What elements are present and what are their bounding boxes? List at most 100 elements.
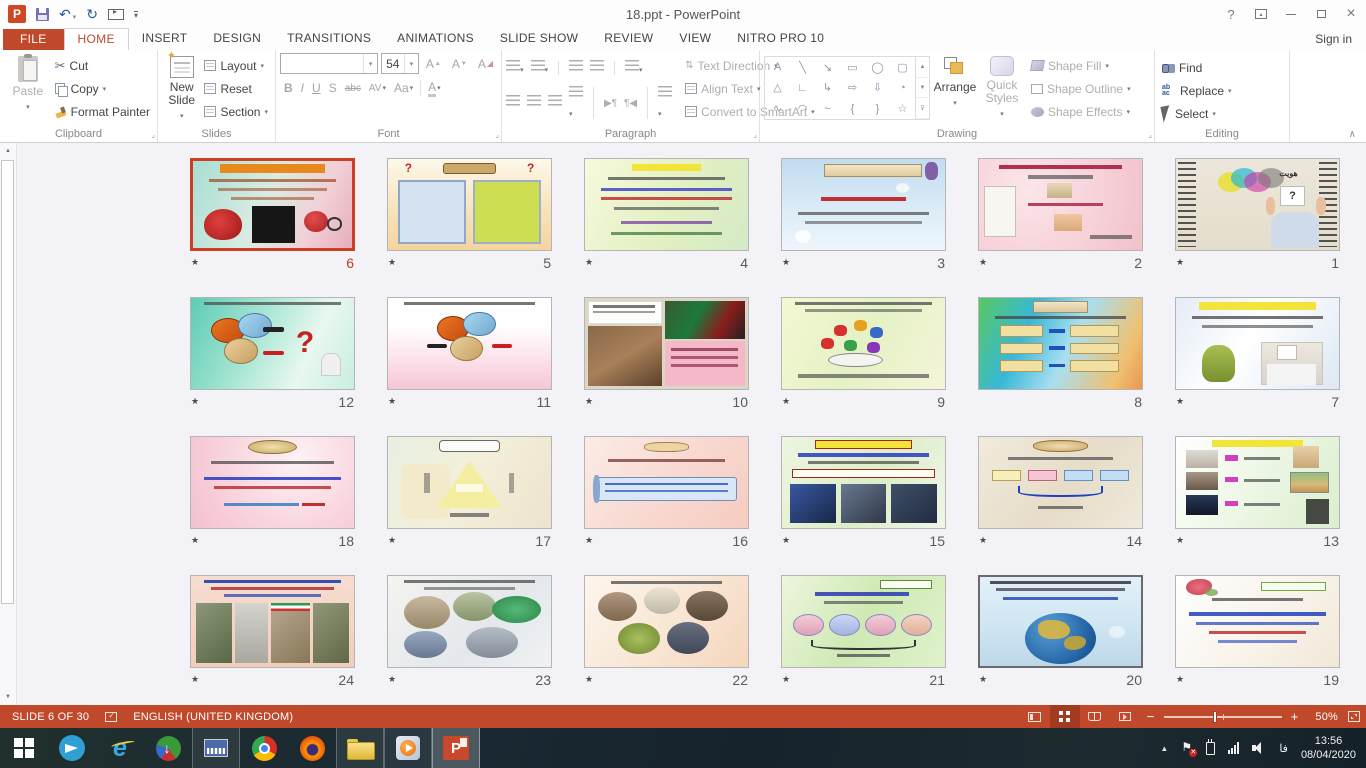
start-from-beginning-icon[interactable] — [108, 9, 124, 20]
close-button[interactable]: × — [1336, 3, 1366, 25]
find-button[interactable]: Find — [1159, 57, 1235, 78]
scroll-up-icon[interactable]: ▲ — [0, 143, 16, 159]
left-to-right-button[interactable]: ▶¶ — [604, 98, 617, 109]
shapes-more-icon[interactable]: ⊽ — [916, 98, 929, 119]
slide-thumbnail-18[interactable] — [190, 436, 355, 529]
powerpoint-app-icon[interactable]: P — [8, 5, 26, 23]
restore-button[interactable] — [1306, 3, 1336, 25]
shape-down-arrow-icon[interactable]: ⇩ — [865, 78, 890, 99]
taskbar-internet-explorer-icon[interactable]: e — [96, 728, 144, 768]
taskbar-idm-icon[interactable] — [144, 728, 192, 768]
vertical-scrollbar[interactable]: ▲ ▼ — [0, 143, 17, 705]
tab-slide-show[interactable]: SLIDE SHOW — [487, 28, 591, 50]
cut-button[interactable]: Cut — [52, 55, 153, 76]
bullets-button[interactable]: ▾ — [506, 59, 524, 77]
shape-rounded-rectangle-icon[interactable]: ▢ — [890, 57, 915, 78]
redo-icon[interactable]: ↻ — [86, 7, 98, 21]
shape-star-icon[interactable]: ☆ — [890, 98, 915, 119]
grow-font-button[interactable]: A▲ — [422, 54, 445, 74]
paste-button[interactable]: Paste▾ — [4, 53, 52, 114]
shape-right-brace-icon[interactable]: } — [865, 98, 890, 119]
layout-button[interactable]: Layout▾ — [201, 55, 271, 76]
taskbar-powerpoint-icon[interactable]: P — [432, 728, 480, 768]
slide-thumbnail-12[interactable]: ? — [190, 297, 355, 390]
bold-button[interactable]: B — [280, 78, 297, 98]
character-spacing-button[interactable]: AV▾ — [365, 78, 390, 98]
slide-thumbnail-24[interactable] — [190, 575, 355, 668]
font-name-combo[interactable]: ▾ — [280, 53, 378, 74]
slide-thumbnail-10[interactable] — [584, 297, 749, 390]
select-button[interactable]: Select▾ — [1159, 103, 1235, 124]
line-spacing-button[interactable]: ▾ — [625, 59, 643, 77]
taskbar-chrome-icon[interactable] — [240, 728, 288, 768]
numbering-button[interactable]: ▾ — [531, 59, 549, 77]
format-painter-button[interactable]: Format Painter — [52, 101, 153, 122]
tray-overflow-icon[interactable]: ▲ — [1160, 744, 1168, 753]
action-center-flag-icon[interactable] — [1181, 742, 1193, 755]
italic-button[interactable]: I — [297, 78, 308, 98]
right-to-left-button[interactable]: ¶◀ — [624, 98, 637, 109]
zoom-in-button[interactable]: + — [1284, 709, 1306, 724]
shape-curve-icon[interactable]: ~ — [815, 98, 840, 119]
taskbar-telegram-icon[interactable] — [48, 728, 96, 768]
slide-thumbnail-22[interactable] — [584, 575, 749, 668]
tab-view[interactable]: VIEW — [666, 28, 724, 50]
zoom-out-button[interactable]: − — [1140, 709, 1162, 724]
shape-right-arrow-icon[interactable]: ⇨ — [840, 78, 865, 99]
clock[interactable]: 13:56 08/04/2020 — [1301, 734, 1356, 762]
sign-in-link[interactable]: Sign in — [1301, 29, 1366, 50]
slide-sorter-view-button[interactable] — [1050, 705, 1080, 728]
font-size-combo[interactable]: 54▾ — [381, 53, 419, 74]
tab-transitions[interactable]: TRANSITIONS — [274, 28, 384, 50]
reset-button[interactable]: Reset — [201, 78, 271, 99]
section-button[interactable]: Section▾ — [201, 101, 271, 122]
shape-arc-icon[interactable]: ◠ — [790, 98, 815, 119]
slide-thumbnail-4[interactable] — [584, 158, 749, 251]
zoom-slider-thumb[interactable] — [1213, 711, 1217, 723]
slide-thumbnail-9[interactable] — [781, 297, 946, 390]
taskbar-firefox-icon[interactable] — [288, 728, 336, 768]
slide-thumbnail-15[interactable] — [781, 436, 946, 529]
shape-elbow-connector-icon[interactable]: ∟ — [790, 78, 815, 99]
slide-thumbnail-7[interactable] — [1175, 297, 1340, 390]
shape-oval-icon[interactable]: ◯ — [865, 57, 890, 78]
network-signal-icon[interactable] — [1228, 742, 1239, 754]
paragraph-dialog-launcher-icon[interactable]: ⌟ — [753, 130, 757, 139]
justify-button[interactable]: ▾ — [569, 85, 583, 121]
scrollbar-thumb[interactable] — [1, 160, 14, 604]
slide-thumbnail-23[interactable] — [387, 575, 552, 668]
arrange-button[interactable]: Arrange▾ — [930, 53, 980, 110]
normal-view-button[interactable] — [1020, 705, 1050, 728]
slide-thumbnail-14[interactable] — [978, 436, 1143, 529]
tab-review[interactable]: REVIEW — [591, 28, 666, 50]
spell-check-icon[interactable] — [105, 712, 117, 722]
taskbar-on-screen-keyboard-icon[interactable] — [192, 728, 240, 768]
drawing-dialog-launcher-icon[interactable]: ⌟ — [1148, 130, 1152, 139]
slide-thumbnail-21[interactable] — [781, 575, 946, 668]
help-icon[interactable]: ? — [1216, 3, 1246, 25]
font-dialog-launcher-icon[interactable]: ⌟ — [495, 130, 499, 139]
shape-rectangle-icon[interactable]: ▭ — [840, 57, 865, 78]
copy-button[interactable]: Copy▾ — [52, 78, 153, 99]
save-icon[interactable] — [36, 8, 49, 21]
shape-pie-icon[interactable]: ◔ — [890, 78, 915, 99]
language-indicator[interactable]: ENGLISH (UNITED KINGDOM) — [133, 711, 293, 723]
shrink-font-button[interactable]: A▼ — [448, 54, 471, 74]
power-icon[interactable] — [1206, 742, 1215, 755]
customize-qat-icon[interactable]: ▾ — [134, 11, 138, 18]
clipboard-dialog-launcher-icon[interactable]: ⌟ — [151, 130, 155, 139]
slide-thumbnail-20[interactable] — [978, 575, 1143, 668]
shapes-scroll-up-icon[interactable]: ▲ — [916, 57, 929, 78]
collapse-ribbon-icon[interactable]: ∧ — [1349, 129, 1356, 140]
slide-thumbnail-11[interactable] — [387, 297, 552, 390]
tab-insert[interactable]: INSERT — [129, 28, 201, 50]
new-slide-button[interactable]: New Slide▾ — [162, 53, 201, 123]
slide-thumbnail-1[interactable]: هویت? — [1175, 158, 1340, 251]
change-case-button[interactable]: Aa▾ — [390, 78, 417, 98]
slide-thumbnail-6[interactable] — [190, 158, 355, 251]
slide-thumbnail-2[interactable] — [978, 158, 1143, 251]
shape-triangle-icon[interactable]: △ — [765, 78, 790, 99]
taskbar-start-icon[interactable] — [0, 728, 48, 768]
zoom-level[interactable]: 50% — [1305, 711, 1348, 723]
tab-home[interactable]: HOME — [64, 28, 129, 50]
